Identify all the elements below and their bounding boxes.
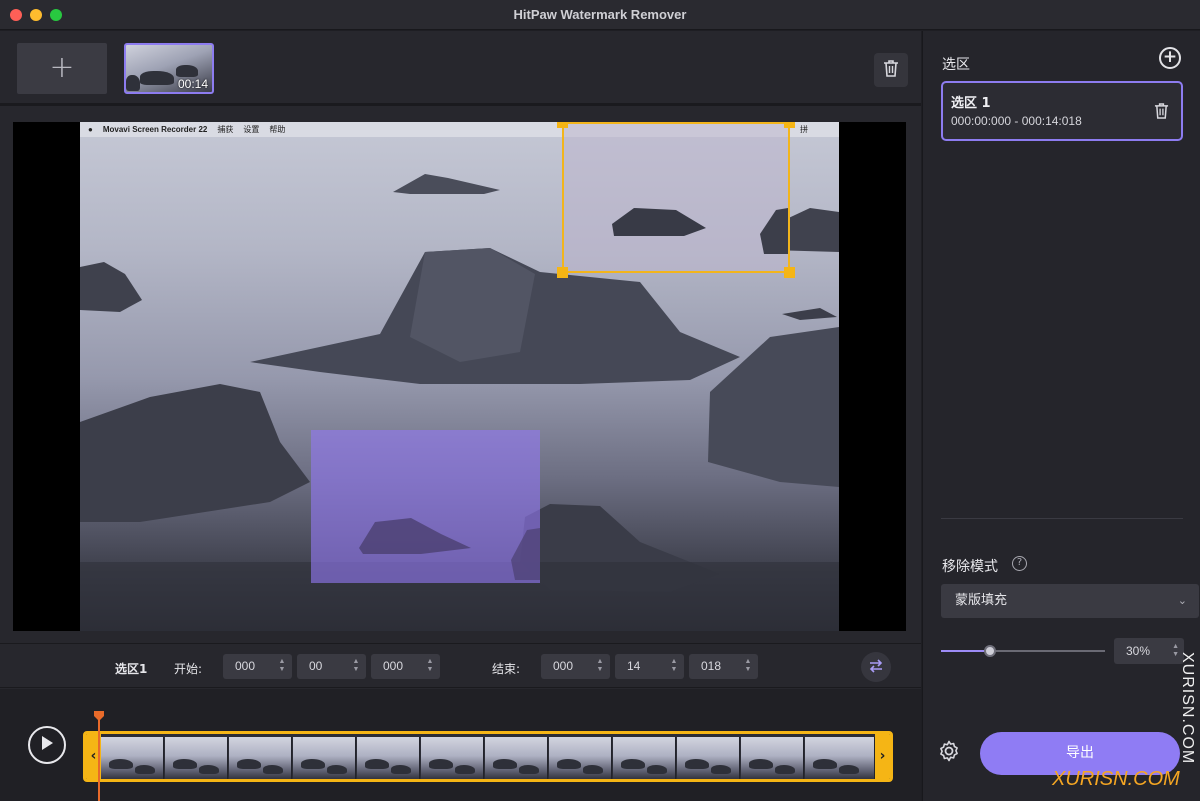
end-minutes-value: 14 bbox=[627, 659, 641, 673]
trash-icon bbox=[1154, 103, 1169, 119]
timeline: ‹ › bbox=[0, 689, 921, 801]
opacity-slider[interactable] bbox=[941, 645, 1105, 657]
timeline-frame bbox=[293, 737, 356, 779]
site-watermark-bottom: XURISN.COM bbox=[1052, 768, 1180, 790]
opacity-slider-fill bbox=[941, 650, 991, 652]
timeline-frame bbox=[549, 737, 612, 779]
video-frame[interactable]: ● Movavi Screen Recorder 22 捕获 设置 帮助 拼 bbox=[80, 122, 839, 631]
stepper-arrows-icon[interactable]: ▲ ▼ bbox=[670, 658, 678, 674]
timeline-frame bbox=[613, 737, 676, 779]
selection-box-1[interactable] bbox=[557, 122, 795, 278]
stepper-arrows-icon[interactable]: ▲ ▼ bbox=[352, 658, 360, 674]
selection-name: 选区 1 bbox=[951, 96, 991, 111]
timeline-frame bbox=[357, 737, 420, 779]
add-media-button[interactable]: + bbox=[17, 43, 107, 94]
app-title: HitPaw Watermark Remover bbox=[513, 7, 687, 22]
timeline-frame bbox=[421, 737, 484, 779]
removal-mode-value: 蒙版填充 bbox=[955, 593, 1008, 608]
start-hours-stepper[interactable]: 000 ▲ ▼ bbox=[223, 654, 292, 679]
start-minutes-value: 00 bbox=[309, 659, 323, 673]
sidebar: 选区 + 选区 1 000:00:000 - 000:14:018 移除模式 ?… bbox=[922, 31, 1200, 801]
removal-mode-select[interactable]: 蒙版填充 ⌄ bbox=[941, 584, 1199, 618]
timeline-frame bbox=[485, 737, 548, 779]
start-ms-value: 000 bbox=[383, 659, 404, 673]
resize-handle-bottom-right[interactable] bbox=[784, 267, 795, 278]
delete-media-button[interactable] bbox=[874, 53, 908, 87]
stepper-arrows-icon[interactable]: ▲ ▼ bbox=[596, 658, 604, 674]
selection-range: 000:00:000 - 000:14:018 bbox=[951, 114, 1082, 128]
timeline-frame bbox=[677, 737, 740, 779]
opacity-slider-knob[interactable] bbox=[984, 645, 997, 657]
timeline-frame bbox=[741, 737, 804, 779]
editor-area: + 00:14 ● Movavi Screen Recorder 22 捕获 设… bbox=[0, 31, 921, 801]
start-hours-value: 000 bbox=[235, 659, 256, 673]
timeline-frame bbox=[101, 737, 164, 779]
selection-content bbox=[612, 208, 788, 254]
end-hours-value: 000 bbox=[553, 659, 574, 673]
selection-panel-title: 选区 bbox=[942, 57, 970, 73]
resize-handle-bottom-left[interactable] bbox=[557, 267, 568, 278]
play-button[interactable] bbox=[28, 726, 66, 764]
stepper-arrows-icon[interactable]: ▲ ▼ bbox=[744, 658, 752, 674]
resize-handle-top-right[interactable] bbox=[784, 122, 795, 128]
play-icon bbox=[40, 735, 54, 755]
add-selection-button[interactable]: + bbox=[1159, 47, 1181, 69]
divider bbox=[941, 518, 1183, 519]
swap-arrows-icon bbox=[868, 658, 884, 677]
trim-handle-right[interactable]: › bbox=[875, 734, 890, 779]
swap-selection-button[interactable] bbox=[861, 652, 891, 682]
start-minutes-stepper[interactable]: 00 ▲ ▼ bbox=[297, 654, 366, 679]
start-label: 开始: bbox=[174, 662, 203, 676]
resize-handle-top-left[interactable] bbox=[557, 122, 568, 128]
timeline-strip[interactable]: ‹ › bbox=[83, 731, 893, 782]
stepper-arrows-icon[interactable]: ▲ ▼ bbox=[426, 658, 434, 674]
site-watermark-vertical: XURISN.COM bbox=[1179, 652, 1196, 765]
help-icon[interactable]: ? bbox=[1012, 556, 1027, 571]
timeline-frame bbox=[805, 737, 875, 779]
start-ms-stepper[interactable]: 000 ▲ ▼ bbox=[371, 654, 440, 679]
video-thumbnail[interactable]: 00:14 bbox=[124, 43, 214, 94]
mask-selection-area[interactable] bbox=[311, 430, 540, 583]
selection-card[interactable]: 选区 1 000:00:000 - 000:14:018 bbox=[941, 81, 1183, 141]
delete-selection-button[interactable] bbox=[1154, 102, 1169, 123]
settings-button[interactable] bbox=[937, 739, 961, 767]
plus-icon: + bbox=[1162, 47, 1178, 67]
mask-content bbox=[359, 518, 540, 580]
end-label: 结束: bbox=[492, 662, 521, 676]
end-minutes-stepper[interactable]: 14 ▲ ▼ bbox=[615, 654, 684, 679]
title-bar: HitPaw Watermark Remover bbox=[0, 0, 1200, 30]
stepper-arrows-icon[interactable]: ▲ ▼ bbox=[278, 658, 286, 674]
timeline-frame bbox=[165, 737, 228, 779]
end-ms-value: 018 bbox=[701, 659, 722, 673]
time-controls: 选区1 开始: 000 ▲ ▼ 00 ▲ ▼ 000 ▲ ▼ 结束: 000 ▲ ▼ 14 ▲ ▼ … bbox=[0, 643, 921, 688]
timeline-frame bbox=[229, 737, 292, 779]
trash-icon bbox=[883, 59, 899, 81]
chevron-down-icon: ⌄ bbox=[1177, 594, 1187, 607]
removal-mode-label: 移除模式 bbox=[942, 559, 998, 575]
thumbnail-duration: 00:14 bbox=[177, 77, 208, 91]
end-hours-stepper[interactable]: 000 ▲ ▼ bbox=[541, 654, 610, 679]
gear-icon bbox=[940, 740, 958, 762]
media-strip: + 00:14 bbox=[0, 31, 921, 106]
opacity-percent-value: 30% bbox=[1126, 644, 1151, 658]
current-selection-label: 选区1 bbox=[115, 662, 148, 676]
end-ms-stepper[interactable]: 018 ▲ ▼ bbox=[689, 654, 758, 679]
video-preview: ● Movavi Screen Recorder 22 捕获 设置 帮助 拼 bbox=[13, 122, 906, 631]
playhead[interactable] bbox=[98, 717, 100, 801]
